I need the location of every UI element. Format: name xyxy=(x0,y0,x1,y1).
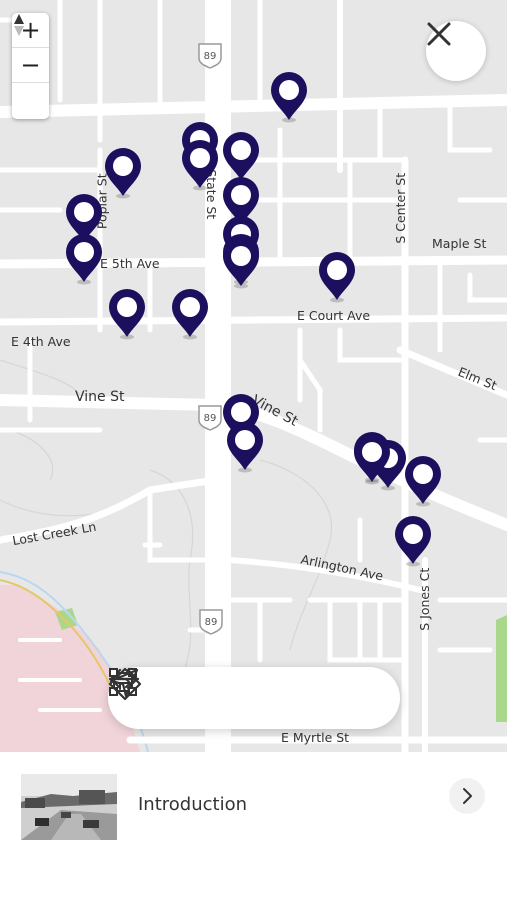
chevron-right-icon xyxy=(463,788,472,804)
map-pin[interactable] xyxy=(393,516,433,568)
map-pin-icon xyxy=(405,456,441,507)
road-label: S Center St xyxy=(393,172,409,244)
road-label: Vine St xyxy=(75,389,125,405)
road-label: S Jones Ct xyxy=(417,567,433,631)
map-pin-icon xyxy=(227,422,263,473)
road-label: E 4th Ave xyxy=(11,334,71,349)
map-pin[interactable] xyxy=(317,252,357,304)
compass-button[interactable] xyxy=(12,14,49,118)
map-pin-icon xyxy=(271,72,307,123)
map-pin-icon xyxy=(319,252,355,303)
road-label: E Myrtle St xyxy=(281,730,350,745)
svg-text:89: 89 xyxy=(204,51,217,62)
map-pin-icon xyxy=(395,516,431,567)
map-pin-icon xyxy=(66,234,102,285)
road-label: Maple St xyxy=(432,236,487,251)
route-shield: 89 xyxy=(198,405,222,431)
map-pin[interactable] xyxy=(225,422,265,474)
map-pin[interactable] xyxy=(103,148,143,200)
introduction-title[interactable]: Introduction xyxy=(138,794,247,815)
road-label: E Court Ave xyxy=(297,308,371,323)
map-pin[interactable] xyxy=(269,72,309,124)
map-pin-icon xyxy=(105,148,141,199)
map-pin[interactable] xyxy=(352,434,392,486)
close-button[interactable] xyxy=(426,21,486,81)
road-label: E 5th Ave xyxy=(100,256,160,271)
route-shield: 89 xyxy=(198,43,222,69)
zoom-out-button[interactable]: − xyxy=(12,48,49,83)
next-button[interactable] xyxy=(108,668,385,720)
compass-icon xyxy=(14,14,24,36)
map-pin-icon xyxy=(182,140,218,191)
svg-text:89: 89 xyxy=(205,617,218,628)
map-pin[interactable] xyxy=(403,456,443,508)
open-introduction-button[interactable] xyxy=(449,778,485,814)
map-pin[interactable] xyxy=(180,140,220,192)
directions-button[interactable] xyxy=(108,667,330,720)
map-pin-icon xyxy=(109,289,145,340)
bottom-sheet: Introduction xyxy=(0,752,507,900)
arrow-right-icon xyxy=(108,668,139,690)
map-pin[interactable] xyxy=(221,238,261,290)
close-icon xyxy=(427,22,451,46)
map-pin[interactable] xyxy=(170,289,210,341)
introduction-thumbnail[interactable] xyxy=(21,774,117,840)
zoom-control: + − xyxy=(12,13,49,119)
fit-bounds-button[interactable] xyxy=(109,668,222,720)
map-canvas[interactable]: 89 89 89 State St Poplar St S Center St … xyxy=(0,0,507,752)
route-shield: 89 xyxy=(199,609,223,635)
svg-text:89: 89 xyxy=(204,413,217,424)
map-pin[interactable] xyxy=(107,289,147,341)
map-pin-icon xyxy=(354,434,390,485)
map-base: 89 89 89 xyxy=(0,0,507,752)
historic-photo-image xyxy=(21,774,117,840)
map-pin[interactable] xyxy=(64,234,104,286)
my-location-button[interactable] xyxy=(109,668,276,720)
map-toolbar xyxy=(108,667,400,729)
map-pin-icon xyxy=(172,289,208,340)
map-pin-icon xyxy=(223,238,259,289)
